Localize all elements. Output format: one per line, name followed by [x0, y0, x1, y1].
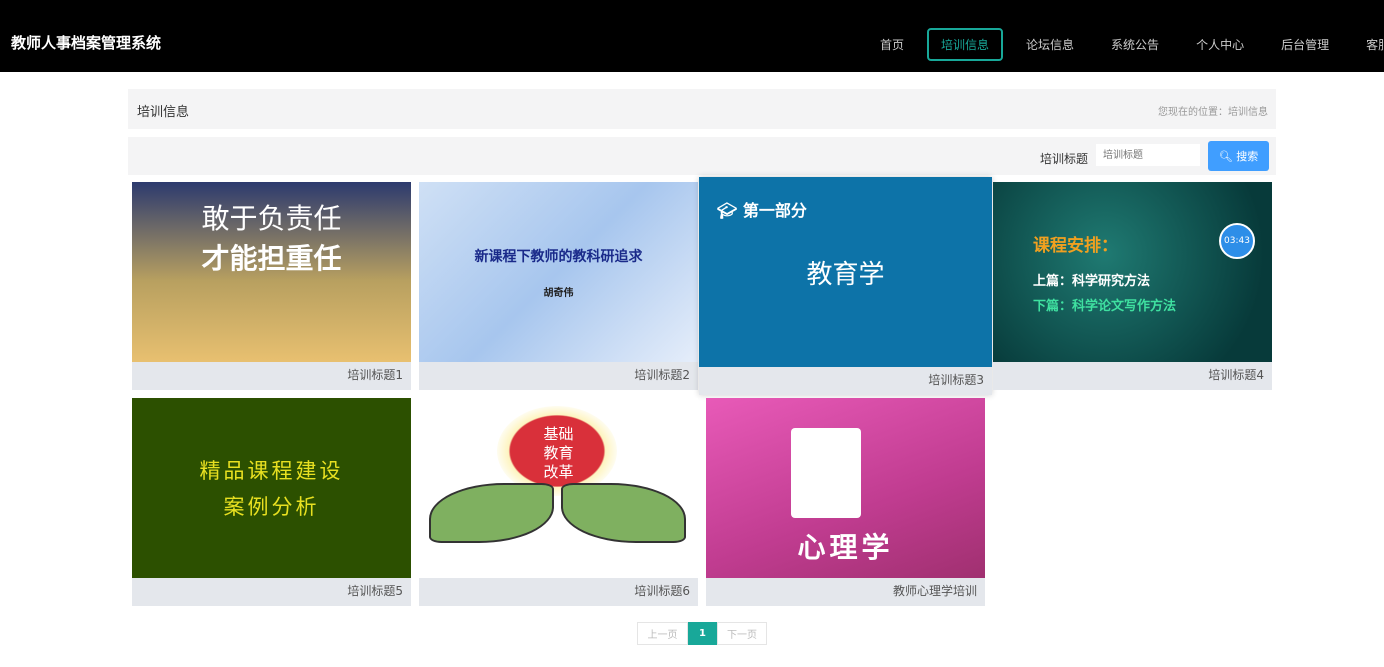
nav-training[interactable]: 培训信息 [927, 28, 1004, 61]
breadcrumb-bar: 培训信息 您现在的位置：培训信息 [128, 89, 1276, 129]
nav-home[interactable]: 首页 [866, 28, 918, 61]
image-text: 新课程下教师的教科研追求 [474, 248, 643, 265]
image-text: 敢于负责任 [201, 202, 342, 235]
image-text: 案例分析 [223, 495, 320, 519]
image-text: 胡奇伟 [543, 287, 574, 299]
page-title: 培训信息 [137, 105, 190, 120]
book-icon [791, 428, 861, 518]
training-card[interactable]: 课程安排： 上篇：科学研究方法 下篇：科学论文写作方法 03:43 培训标题4 [993, 182, 1272, 390]
site-title: 教师人事档案管理系统 [11, 34, 162, 52]
training-card[interactable]: 心理学 教师心理学培训 [706, 398, 985, 606]
breadcrumb: 您现在的位置：培训信息 [1158, 107, 1268, 118]
image-text: 上篇：科学研究方法 [1033, 273, 1151, 289]
image-text: 第一部分 [742, 201, 807, 220]
nav-forum[interactable]: 论坛信息 [1012, 28, 1088, 61]
nav-profile[interactable]: 个人中心 [1182, 28, 1258, 61]
search-input[interactable] [1096, 144, 1200, 166]
prev-page-button[interactable]: 上一页 [637, 622, 688, 645]
card-image: 心理学 [706, 398, 985, 578]
nav-service[interactable]: 客服 [1352, 28, 1384, 61]
card-image: 🎓︎ 第一部分 教育学 [699, 177, 992, 367]
timer-badge: 03:43 [1219, 223, 1255, 259]
search-button-label: 搜索 [1236, 150, 1259, 163]
page-1-button[interactable]: 1 [688, 622, 717, 645]
card-image: 敢于负责任 才能担重任 [132, 182, 411, 362]
search-bar: 培训标题 🔍︎ 搜索 [128, 137, 1276, 175]
card-caption: 培训标题2 [634, 368, 690, 382]
card-caption: 培训标题3 [928, 373, 984, 387]
card-image: 基础 教育 改革 [419, 398, 698, 578]
training-card[interactable]: 敢于负责任 才能担重任 培训标题1 [132, 182, 411, 390]
card-caption: 培训标题4 [1208, 368, 1264, 382]
nav-notice[interactable]: 系统公告 [1097, 28, 1173, 61]
training-card[interactable]: 🎓︎ 第一部分 教育学 培训标题3 [699, 177, 992, 395]
image-text: 基础 教育 改革 [543, 424, 574, 481]
next-page-button[interactable]: 下一页 [717, 622, 767, 645]
image-text: 课程安排： [1033, 235, 1118, 256]
card-caption: 教师心理学培训 [892, 584, 977, 598]
top-navbar: 教师人事档案管理系统 首页 培训信息 论坛信息 系统公告 个人中心 后台管理 客… [0, 0, 1384, 72]
training-card[interactable]: 基础 教育 改革 培训标题6 [419, 398, 698, 606]
search-icon: 🔍︎ [1218, 150, 1233, 163]
search-button[interactable]: 🔍︎ 搜索 [1208, 141, 1269, 171]
image-text: 下篇：科学论文写作方法 [1033, 298, 1177, 314]
card-caption: 培训标题5 [347, 584, 403, 598]
main-nav: 首页 培训信息 论坛信息 系统公告 个人中心 后台管理 客服 [866, 28, 1384, 61]
graduation-cap-icon: 🎓︎ [717, 201, 738, 220]
training-card[interactable]: 精品课程建设 案例分析 培训标题5 [132, 398, 411, 606]
image-text: 才能担重任 [201, 242, 342, 275]
card-image: 精品课程建设 案例分析 [132, 398, 411, 578]
image-text: 心理学 [797, 531, 894, 564]
card-image: 新课程下教师的教科研追求 胡奇伟 [419, 182, 698, 362]
nav-admin[interactable]: 后台管理 [1267, 28, 1343, 61]
training-card[interactable]: 新课程下教师的教科研追求 胡奇伟 培训标题2 [419, 182, 698, 390]
image-text: 精品课程建设 [199, 459, 344, 483]
card-image: 课程安排： 上篇：科学研究方法 下篇：科学论文写作方法 03:43 [993, 182, 1272, 362]
card-caption: 培训标题6 [634, 584, 690, 598]
image-text: 教育学 [806, 259, 885, 290]
search-label: 培训标题 [1040, 152, 1089, 166]
card-caption: 培训标题1 [347, 368, 403, 382]
